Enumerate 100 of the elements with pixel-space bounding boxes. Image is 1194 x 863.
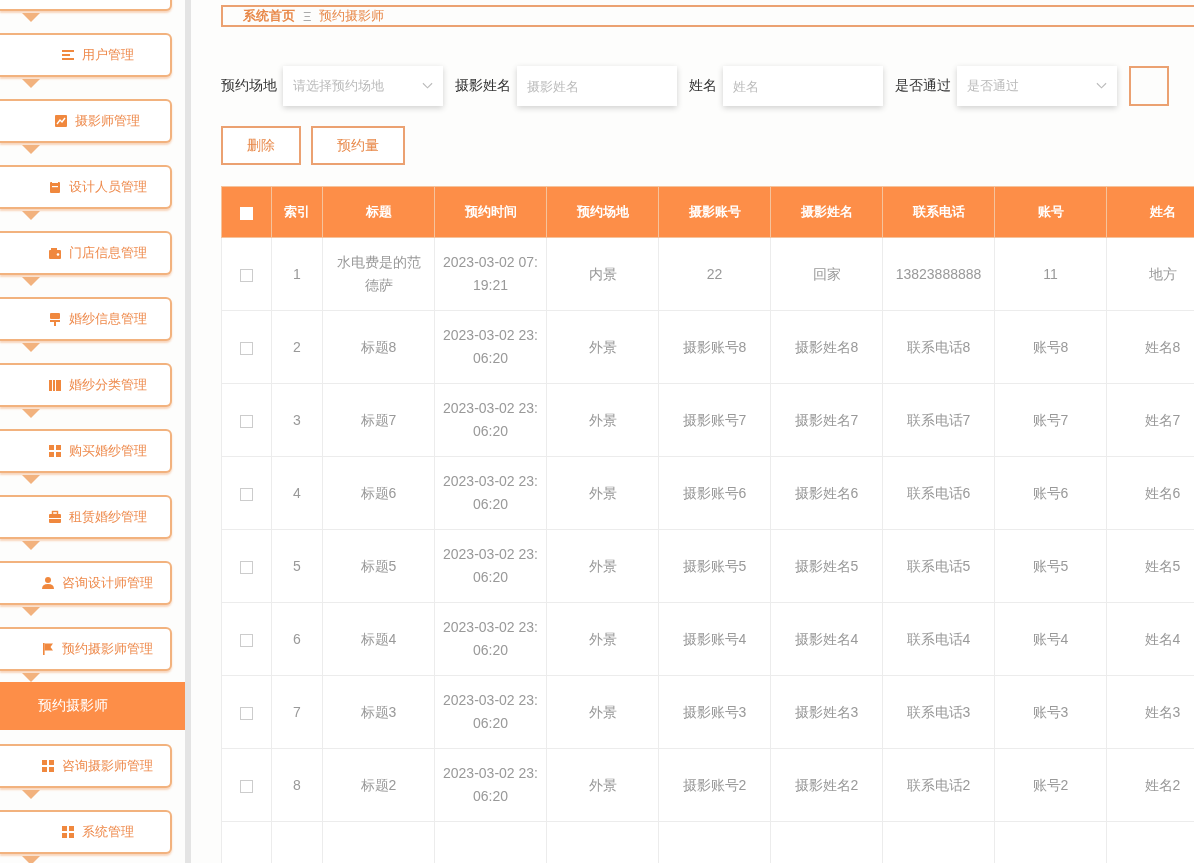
table-cell-text: 外景 <box>588 556 617 576</box>
table-cell-text: 摄影账号6 <box>682 483 747 503</box>
menu-item[interactable]: 门店信息管理 <box>0 231 172 275</box>
bubble-tail <box>22 343 40 352</box>
scrollbar[interactable] <box>185 0 191 863</box>
table-cell-text: 4 <box>293 483 301 503</box>
bubble-tail <box>22 475 40 484</box>
grid-icon <box>41 759 55 773</box>
table-cell-text: 标题6 <box>360 483 397 503</box>
wallet-icon <box>47 246 62 260</box>
briefcase-icon <box>47 510 62 524</box>
input-field[interactable]: 摄影姓名 <box>517 66 677 106</box>
table-cell-text: 姓名2 <box>1144 775 1181 795</box>
select-field[interactable]: 请选择预约场地 <box>283 66 443 106</box>
bubble-tail <box>22 211 40 220</box>
select-field[interactable]: 是否通过 <box>957 66 1117 106</box>
select-all-checkbox[interactable] <box>240 206 253 220</box>
row-checkbox[interactable] <box>240 487 253 501</box>
column-header: 预约场地 <box>576 204 629 219</box>
table-cell-text: 摄影姓名4 <box>794 629 859 649</box>
grid-icon <box>47 444 62 458</box>
menu-item[interactable]: 婚纱信息管理 <box>0 297 172 341</box>
action-button[interactable]: 预约量 <box>311 126 405 165</box>
filter-label: 摄影姓名 <box>455 77 511 95</box>
row-checkbox[interactable] <box>240 706 253 720</box>
table-cell-text: 外景 <box>588 775 617 795</box>
table-cell-text: 2023-03-02 23:06:20 <box>443 691 538 733</box>
table-cell-text: 8 <box>293 775 301 795</box>
table-cell-text: 1 <box>293 264 301 284</box>
table-cell-text: 外景 <box>588 483 617 503</box>
bubble-tail <box>22 145 40 154</box>
chevron-icon <box>1096 82 1107 90</box>
table-cell-text: 联系电话2 <box>906 775 971 795</box>
submenu-item[interactable]: 预约摄影师 <box>0 682 185 730</box>
brush-icon <box>47 312 62 326</box>
column-header: 预约时间 <box>464 204 517 219</box>
action-button[interactable]: 删除 <box>221 126 301 165</box>
table-cell-text: 摄影账号4 <box>682 629 747 649</box>
table-cell-text: 2023-03-02 23:06:20 <box>443 545 538 587</box>
row-checkbox[interactable] <box>240 268 253 282</box>
table-cell-text: 标题7 <box>360 410 397 430</box>
menu-item[interactable]: 咨询设计师管理 <box>0 561 172 605</box>
menu-item[interactable]: 系统管理 <box>0 810 172 854</box>
table-cell-text: 外景 <box>588 629 617 649</box>
menu-item[interactable]: 摄影师管理 <box>0 99 172 143</box>
toolbar-button[interactable] <box>1129 66 1169 106</box>
table-cell-text: 5 <box>293 556 301 576</box>
table-cell-text: 账号7 <box>1032 410 1069 430</box>
table-cell-text: 联系电话3 <box>906 702 971 722</box>
column-header: 摄影姓名 <box>800 204 853 219</box>
table-cell-text: 6 <box>293 629 301 649</box>
table-cell-text: 账号3 <box>1032 702 1069 722</box>
table-cell-text: 姓名4 <box>1144 629 1181 649</box>
table-cell-text: 摄影账号2 <box>682 775 747 795</box>
table-cell-text: 账号8 <box>1032 337 1069 357</box>
table-cell-text: 摄影姓名7 <box>794 410 859 430</box>
column-header: 索引 <box>284 204 310 219</box>
table-cell-text: 标题5 <box>360 556 397 576</box>
table-cell-text: 2023-03-02 23:06:20 <box>443 472 538 514</box>
table-cell-text: 外景 <box>588 337 617 357</box>
menu-item[interactable]: 预约摄影师管理 <box>0 627 172 671</box>
table-cell-text: 13823888888 <box>895 264 982 284</box>
column-header: 摄影账号 <box>688 204 741 219</box>
column-header: 联系电话 <box>912 204 965 219</box>
table-cell-text: 联系电话6 <box>906 483 971 503</box>
menu-item[interactable]: 设计人员管理 <box>0 165 172 209</box>
menu-item[interactable]: 购买婚纱管理 <box>0 429 172 473</box>
menu-item[interactable]: 用户管理 <box>0 33 172 77</box>
column-header: 标题 <box>365 204 392 219</box>
table-cell-text: 联系电话7 <box>906 410 971 430</box>
table-cell-text: 联系电话4 <box>906 629 971 649</box>
row-checkbox[interactable] <box>240 560 253 574</box>
row-checkbox[interactable] <box>240 414 253 428</box>
lines-icon <box>60 48 75 62</box>
table-cell-text: 联系电话5 <box>906 556 971 576</box>
table-cell-text: 账号2 <box>1032 775 1069 795</box>
table-cell-text: 地方 <box>1148 264 1177 284</box>
books-icon <box>47 378 62 392</box>
row-checkbox[interactable] <box>240 341 253 355</box>
table-cell-text: 姓名3 <box>1144 702 1181 722</box>
table-cell-text: 姓名6 <box>1144 483 1181 503</box>
menu-item[interactable]: 租赁婚纱管理 <box>0 495 172 539</box>
bubble-tail <box>22 790 40 799</box>
table-cell-text: 2023-03-02 07:19:21 <box>443 253 538 295</box>
chart-icon <box>54 114 68 128</box>
table-cell-text: 摄影姓名6 <box>794 483 859 503</box>
filter-label: 预约场地 <box>221 77 277 95</box>
table-cell-text: 水电费是的范德萨 <box>335 253 422 295</box>
bubble-tail <box>22 13 40 22</box>
chevron-icon <box>422 82 433 90</box>
bubble-tail <box>22 79 40 88</box>
row-checkbox[interactable] <box>240 779 253 793</box>
input-field[interactable]: 姓名 <box>723 66 883 106</box>
menu-item[interactable]: 咨询摄影师管理 <box>0 744 172 788</box>
table-cell-text: 摄影账号7 <box>682 410 747 430</box>
bubble-tail <box>22 409 40 418</box>
menu-item[interactable]: 婚纱分类管理 <box>0 363 172 407</box>
breadcrumb-link[interactable]: 系统首页 <box>243 7 295 25</box>
bubble-tail <box>22 856 40 863</box>
row-checkbox[interactable] <box>240 633 253 647</box>
